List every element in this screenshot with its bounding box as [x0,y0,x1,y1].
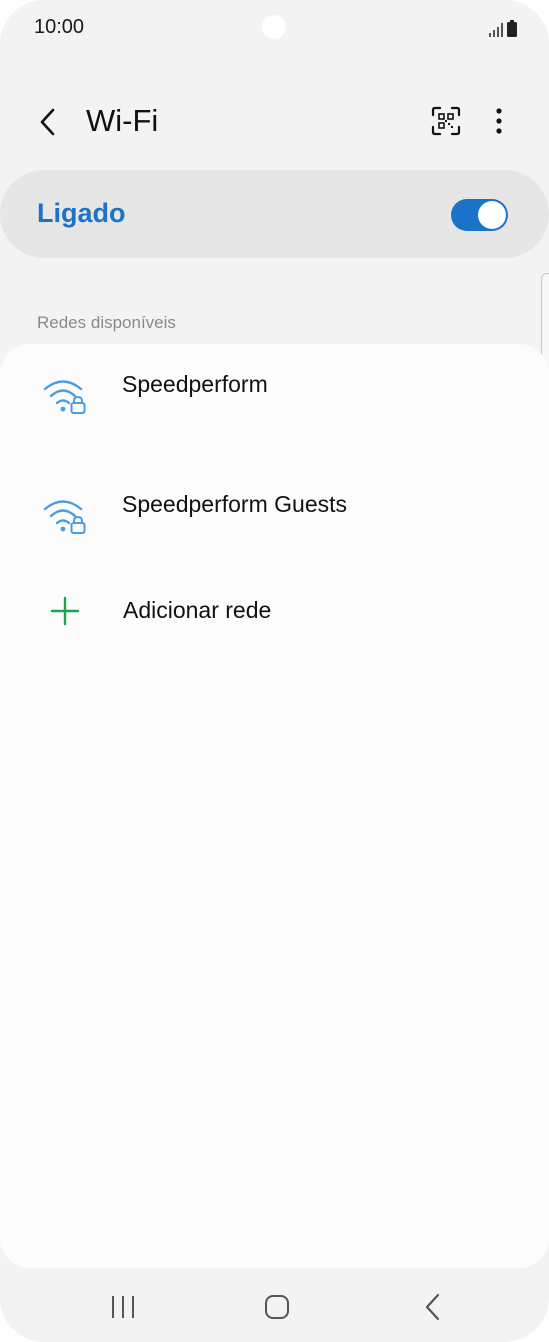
battery-icon [507,20,517,37]
status-time: 10:00 [34,16,85,38]
back-button[interactable] [30,100,66,144]
add-network-label: Adicionar rede [123,597,272,623]
network-item[interactable]: Speedperform [0,344,549,444]
recent-apps-icon[interactable] [108,1292,140,1322]
nav-back-icon[interactable] [418,1292,448,1322]
plus-icon [50,596,80,626]
wifi-locked-icon [43,380,86,414]
chevron-left-icon [40,108,55,136]
front-camera [262,15,286,39]
wifi-master-switch[interactable]: Ligado [0,170,549,258]
more-options-button[interactable] [484,103,514,139]
add-network-button[interactable]: Adicionar rede [0,570,549,670]
home-icon[interactable] [262,1292,292,1322]
network-name: Speedperform Guests [122,491,348,517]
wifi-settings-screen: 10:00 Wi-Fi Ligado Redes disponíveis Spe… [0,0,549,1342]
signal-icon [489,23,503,37]
page-title: Wi-Fi [86,103,159,138]
network-item[interactable]: Speedperform Guests [0,464,549,564]
qr-scan-icon [431,106,461,136]
qr-scan-button[interactable] [428,103,464,139]
wifi-locked-icon [43,500,86,534]
available-networks-header: Redes disponíveis [37,313,176,332]
network-name: Speedperform [122,371,268,397]
wifi-toggle[interactable] [451,199,508,231]
network-list: Speedperform Speedperform Guests Adicion… [0,344,549,1268]
toggle-knob [478,201,506,229]
status-icons [489,20,517,37]
wifi-switch-label: Ligado [37,198,126,228]
more-vertical-icon [496,108,502,134]
